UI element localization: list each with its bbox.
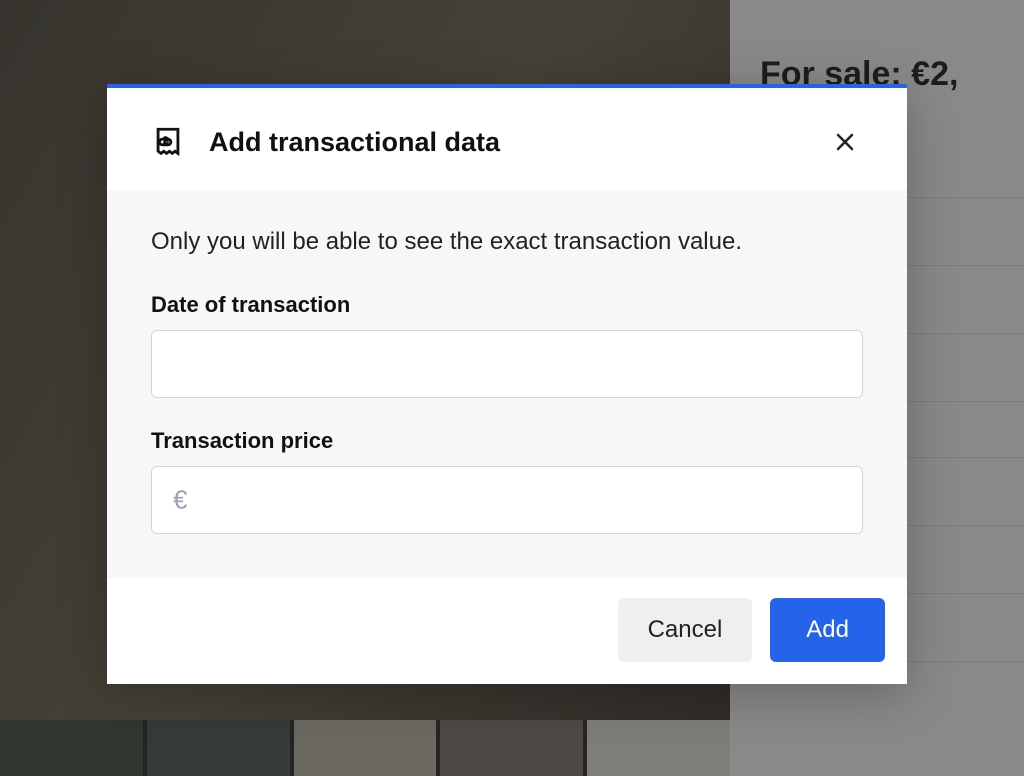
price-label: Transaction price (151, 428, 863, 454)
modal-footer: Cancel Add (107, 578, 907, 684)
date-input[interactable] (151, 330, 863, 398)
modal-header: $ Add transactional data (107, 88, 907, 190)
date-field: Date of transaction (151, 292, 863, 398)
modal-description: Only you will be able to see the exact t… (151, 226, 863, 258)
close-icon (833, 130, 857, 154)
price-field: Transaction price € (151, 428, 863, 534)
cancel-button[interactable]: Cancel (618, 598, 753, 662)
price-input[interactable] (151, 466, 863, 534)
modal-title: Add transactional data (209, 127, 803, 158)
add-transaction-modal: $ Add transactional data Only you will b… (107, 84, 907, 684)
close-button[interactable] (827, 124, 863, 160)
add-button[interactable]: Add (770, 598, 885, 662)
receipt-icon: $ (151, 125, 185, 159)
date-label: Date of transaction (151, 292, 863, 318)
svg-text:$: $ (163, 135, 170, 147)
modal-body: Only you will be able to see the exact t… (107, 190, 907, 578)
